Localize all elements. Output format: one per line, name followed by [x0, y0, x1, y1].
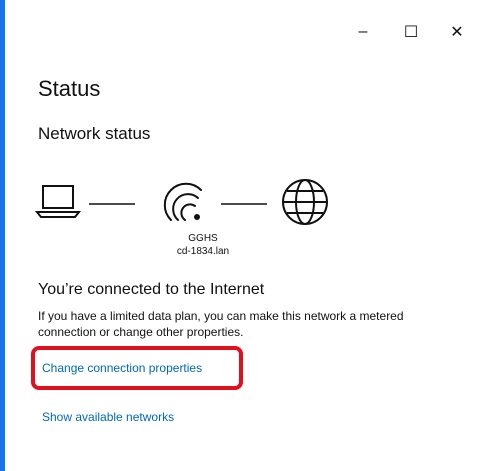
- title-bar: – ☐ ✕: [5, 0, 482, 62]
- connection-status-heading: You’re connected to the Internet: [38, 281, 265, 298]
- close-button[interactable]: ✕: [435, 18, 479, 46]
- show-available-networks-link[interactable]: Show available networks: [42, 410, 174, 424]
- change-connection-properties-link[interactable]: Change connection properties: [42, 361, 202, 375]
- network-domain: cd-1834.lan: [176, 246, 230, 257]
- maximize-icon: ☐: [403, 24, 419, 41]
- globe-icon: [282, 179, 328, 225]
- maximize-button[interactable]: ☐: [389, 18, 433, 46]
- page-title: Status: [38, 76, 101, 101]
- minimize-button[interactable]: –: [341, 18, 385, 46]
- network-label: GGHS cd-1834.lan: [175, 232, 231, 258]
- laptop-icon: [35, 185, 82, 218]
- minimize-icon: –: [358, 23, 368, 40]
- settings-window: – ☐ ✕ Status Network status GGHS cd-1834…: [0, 0, 482, 471]
- connection-status-description: If you have a limited data plan, you can…: [38, 309, 404, 339]
- network-diagram: [35, 179, 328, 225]
- section-title: Network status: [38, 124, 151, 143]
- wifi-icon: [163, 182, 202, 221]
- close-icon: ✕: [450, 24, 464, 41]
- network-name: GGHS: [188, 233, 218, 244]
